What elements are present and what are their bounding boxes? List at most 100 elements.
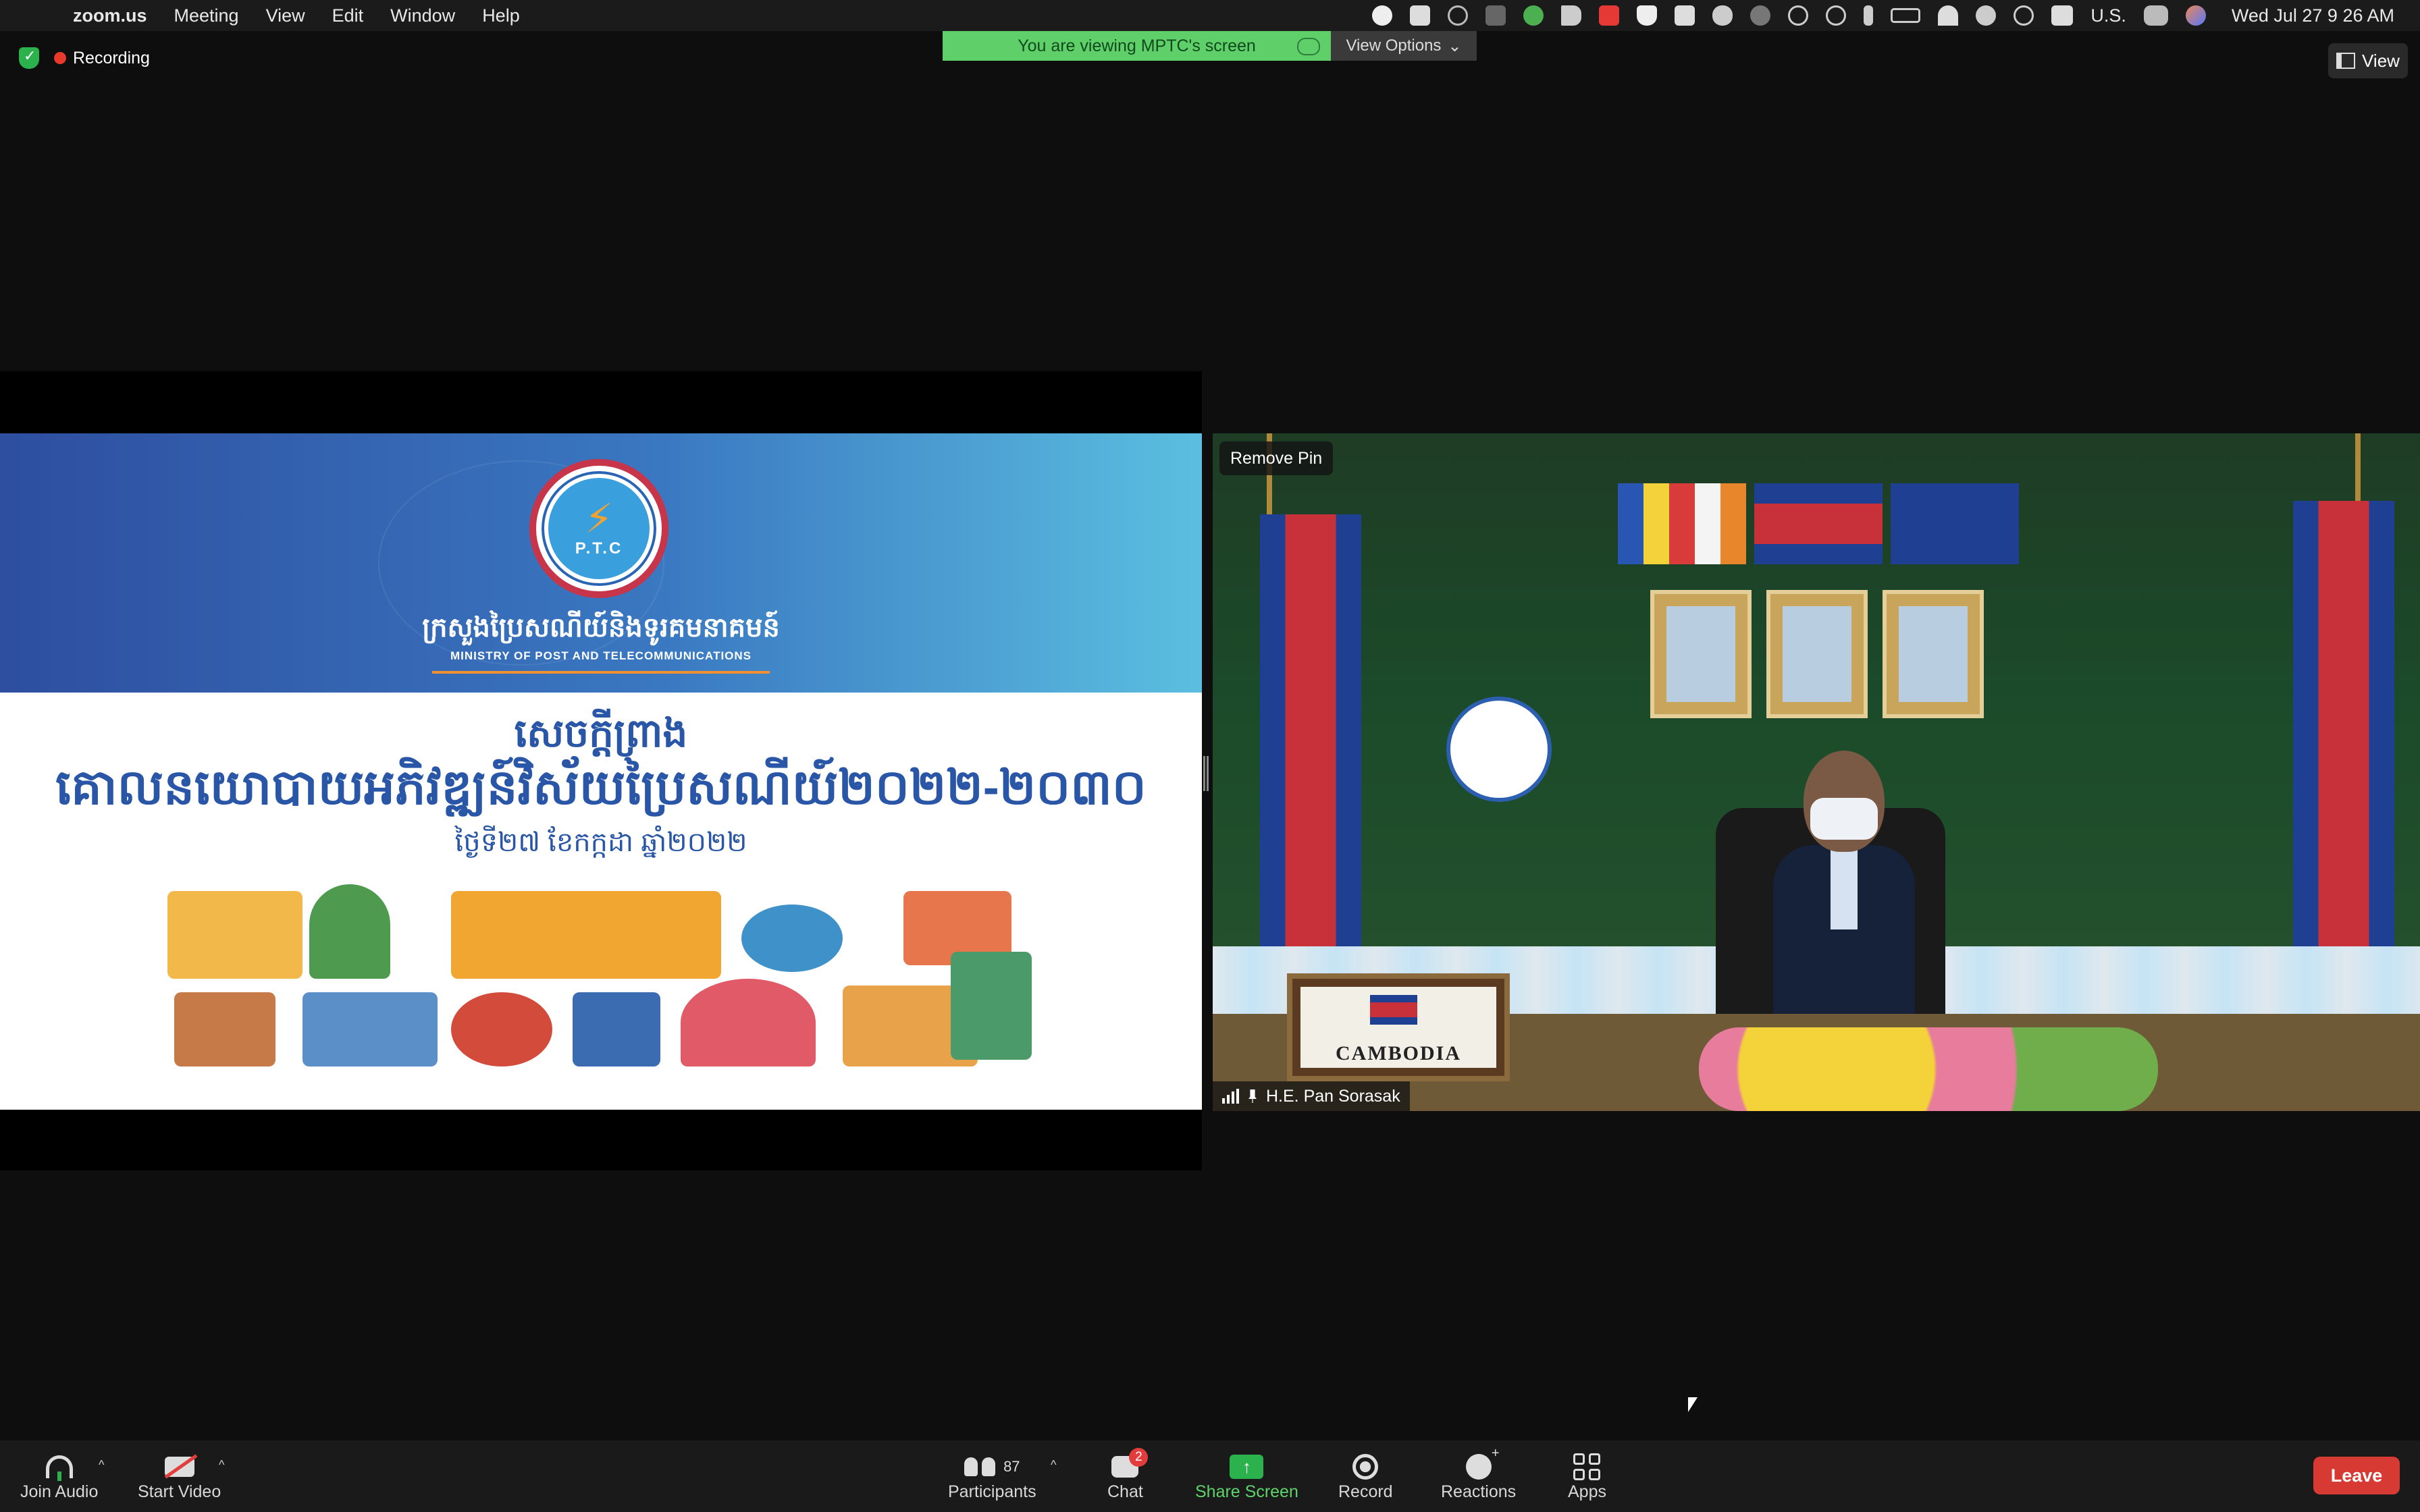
calendar-badge-icon[interactable] (1599, 5, 1620, 26)
view-options-label: View Options (1346, 36, 1442, 55)
buddhist-flag (1618, 483, 1746, 564)
viewing-banner: You are viewing MPTC's screen (943, 31, 1331, 61)
share-screen-label: Share Screen (1195, 1482, 1298, 1501)
n-app-icon[interactable] (1523, 5, 1544, 26)
participants-label: Participants (948, 1482, 1036, 1501)
airdrop-icon[interactable] (1826, 5, 1847, 26)
cloud-icon (1297, 38, 1320, 55)
menubar-clock[interactable]: Wed Jul 27 9 26 AM (2232, 5, 2394, 26)
input-source-icon[interactable] (2051, 5, 2074, 26)
reactions-button[interactable]: Reactions (1441, 1446, 1516, 1502)
meeting-toolbar: Join Audio ^ Start Video ^ 87 Participan… (0, 1440, 2420, 1512)
icloud-icon[interactable] (1712, 5, 1733, 26)
family-illustration (681, 979, 816, 1066)
record-dot-icon (54, 52, 66, 64)
search-icon[interactable] (2014, 5, 2034, 26)
chat-unread-badge: 2 (1129, 1448, 1149, 1467)
bluetooth-icon[interactable] (1864, 5, 1874, 26)
zoom-status-icon[interactable] (1410, 5, 1431, 26)
drive-icon[interactable] (1485, 5, 1506, 26)
view-layout-button[interactable]: View (2328, 43, 2408, 78)
chat-button[interactable]: 2 Chat (1107, 1448, 1149, 1502)
menu-app-name[interactable]: zoom.us (73, 5, 147, 26)
remove-pin-button[interactable]: Remove Pin (1219, 441, 1334, 475)
wifi-icon[interactable] (1938, 5, 1959, 26)
record-button[interactable]: Record (1338, 1451, 1393, 1502)
menu-window[interactable]: Window (390, 5, 455, 26)
slide-date: ថ្ងៃទី២៧ ខែកក្កដា ឆ្នាំ២០២២ (454, 828, 747, 857)
nameplate-flag (1370, 995, 1417, 1025)
drone-person-illustration (573, 992, 660, 1066)
menu-help[interactable]: Help (482, 5, 520, 26)
ministry-emblem (1446, 697, 1552, 802)
ministry-underline (432, 671, 770, 674)
volume-icon[interactable] (1561, 5, 1582, 26)
siri-icon[interactable] (2185, 5, 2206, 26)
apps-button[interactable]: Apps (1568, 1451, 1606, 1502)
logo-abbreviation: P.T.C (575, 539, 623, 558)
menu-edit[interactable]: Edit (332, 5, 364, 26)
chat-label: Chat (1107, 1482, 1143, 1501)
video-camera-off-icon (164, 1454, 197, 1479)
start-video-label: Start Video (138, 1482, 221, 1501)
forklift-illustration (167, 891, 302, 979)
join-audio-button[interactable]: Join Audio (20, 1451, 98, 1502)
recording-indicator[interactable]: Recording (54, 49, 150, 68)
security-shield-icon[interactable] (1637, 5, 1658, 26)
ministry-name-english: MINISTRY OF POST AND TELECOMMUNICATIONS (450, 649, 752, 662)
participants-count: 87 (1003, 1458, 1020, 1475)
presentation-slide: ⚡ P.T.C ក្រសួងប្រៃសណីយ៍និងទូរគមនាគមន៍ MI… (0, 433, 1202, 1110)
creative-cloud-icon[interactable] (1448, 5, 1469, 26)
participants-button[interactable]: 87 Participants (948, 1451, 1036, 1502)
recording-bar: Recording (19, 47, 150, 69)
audio-options-caret[interactable]: ^ (99, 1458, 104, 1472)
share-screen-icon: ↑ (1230, 1455, 1264, 1479)
mouse-cursor (1688, 1397, 1698, 1412)
people-illustration (302, 992, 438, 1066)
control-center-icon[interactable] (2143, 5, 2168, 26)
input-source-label[interactable]: U.S. (2090, 5, 2126, 26)
shared-screen[interactable]: ⚡ P.T.C ក្រសួងប្រៃសណីយ៍និងទូរគមនាគមន៍ MI… (0, 371, 1202, 1170)
ministry-name-khmer: ក្រសួងប្រៃសណីយ៍និងទូរគមនាគមន៍ (422, 613, 780, 643)
shop-counter-illustration (174, 992, 275, 1066)
video-options-caret[interactable]: ^ (219, 1458, 224, 1472)
encryption-shield-icon[interactable] (19, 47, 39, 69)
royal-flag (1891, 483, 2019, 564)
layout-icon (2336, 53, 2356, 69)
info-icon[interactable] (1788, 5, 1809, 26)
participants-options-caret[interactable]: ^ (1051, 1458, 1056, 1472)
pinned-video[interactable]: CAMBODIA (1213, 433, 2420, 1111)
recording-label: Recording (73, 48, 150, 68)
m-app-icon[interactable] (1675, 5, 1695, 26)
menu-meeting[interactable]: Meeting (174, 5, 239, 26)
pin-icon (1248, 1089, 1257, 1103)
record-icon (1352, 1454, 1379, 1480)
chevron-down-icon: ⌄ (1448, 36, 1462, 55)
apps-label: Apps (1568, 1482, 1606, 1501)
speaker-person (1773, 751, 1915, 1034)
phone-van-illustration (951, 952, 1032, 1060)
portrait-king-father (1766, 590, 1868, 718)
user-account-icon[interactable] (1976, 5, 1997, 26)
participant-name: H.E. Pan Sorasak (1266, 1086, 1400, 1106)
start-video-button[interactable]: Start Video (138, 1451, 221, 1502)
standing-flag-left (1260, 514, 1361, 1000)
apps-grid-icon (1573, 1453, 1601, 1480)
slide-title-policy: គោលនយោបាយអភិវឌ្ឍន៍វិស័យប្រៃសណីយ៍២០២២-២០៣… (55, 761, 1147, 815)
bicycle-courier-illustration (451, 992, 552, 1066)
share-screen-button[interactable]: ↑ Share Screen (1195, 1451, 1298, 1502)
view-options-button[interactable]: View Options ⌄ (1331, 31, 1477, 61)
portrait-king (1650, 590, 1752, 718)
join-audio-label: Join Audio (20, 1482, 99, 1501)
resize-splitter[interactable] (1203, 756, 1209, 791)
battery-icon[interactable] (1891, 8, 1921, 23)
stop-record-icon[interactable] (1372, 5, 1393, 26)
postal-illustrations (167, 884, 1038, 1066)
nameplate-text: CAMBODIA (1336, 1042, 1461, 1064)
leave-button[interactable]: Leave (2313, 1457, 2400, 1494)
menu-view[interactable]: View (266, 5, 305, 26)
lightning-icon: ⚡ (584, 496, 614, 541)
globe-icon[interactable] (1750, 5, 1771, 26)
country-nameplate: CAMBODIA (1287, 973, 1510, 1081)
participants-icon (964, 1457, 978, 1476)
